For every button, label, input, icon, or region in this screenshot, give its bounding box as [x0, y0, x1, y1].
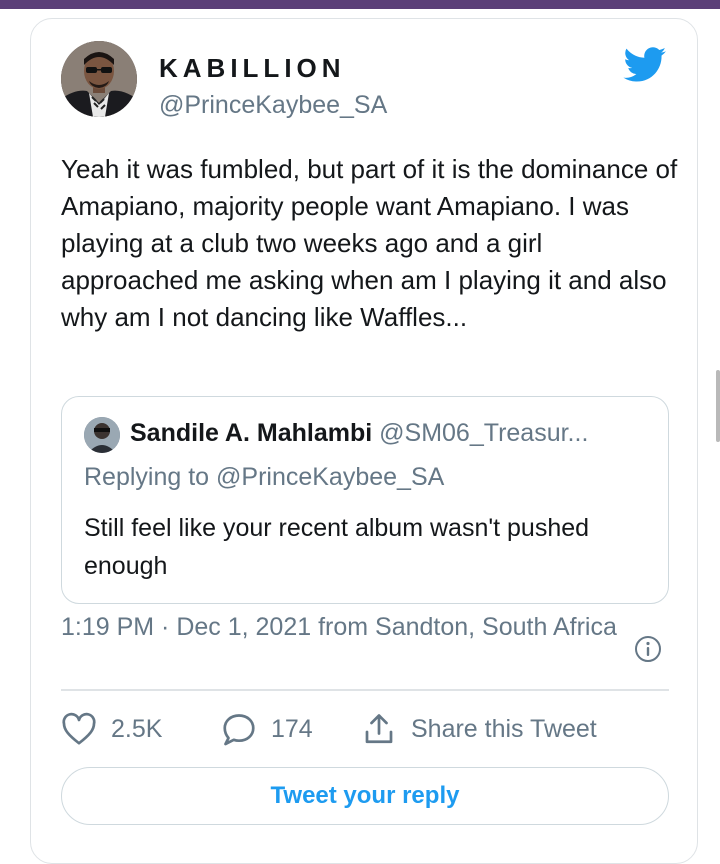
tweet-text: Yeah it was fumbled, but part of it is t…	[61, 154, 678, 332]
tweet-your-reply-button[interactable]: Tweet your reply	[61, 767, 669, 825]
comment-bubble-icon	[223, 714, 255, 746]
info-icon[interactable]	[634, 635, 662, 663]
like-count: 2.5K	[111, 714, 163, 743]
reply-action[interactable]: 174	[221, 709, 313, 749]
quoted-text: Still feel like your recent album wasn't…	[84, 514, 590, 580]
quoted-tweet[interactable]: Sandile A. Mahlambi @SM06_Treasur... Rep…	[61, 396, 669, 604]
avatar-image	[61, 41, 137, 117]
share-action[interactable]: Share this Tweet	[361, 709, 597, 749]
quoted-name[interactable]: Sandile A. Mahlambi	[130, 419, 372, 447]
quoted-handle[interactable]: @SM06_Treasur...	[379, 419, 588, 447]
twitter-bird-icon[interactable]	[623, 47, 667, 83]
tweet-card: KABILLION @PrinceKaybee_SA Yeah it was f…	[30, 18, 698, 864]
divider	[61, 689, 669, 691]
top-bar	[0, 0, 720, 9]
display-name[interactable]: KABILLION	[159, 53, 346, 84]
tweet-timestamp[interactable]: 1:19 PM · Dec 1, 2021 from Sandton, Sout…	[61, 609, 621, 646]
scrollbar[interactable]	[716, 370, 720, 442]
quoted-header: Sandile A. Mahlambi @SM06_Treasur...	[130, 419, 588, 448]
like-action[interactable]: 2.5K	[61, 709, 162, 749]
quoted-avatar-image	[84, 417, 120, 453]
share-icon	[365, 714, 393, 744]
replying-to: Replying to @PrinceKaybee_SA	[84, 463, 445, 491]
share-label: Share this Tweet	[411, 714, 597, 743]
heart-icon	[62, 712, 96, 745]
quoted-avatar[interactable]	[84, 417, 120, 453]
user-handle[interactable]: @PrinceKaybee_SA	[159, 91, 387, 120]
reply-count: 174	[271, 714, 313, 743]
avatar[interactable]	[61, 41, 137, 117]
